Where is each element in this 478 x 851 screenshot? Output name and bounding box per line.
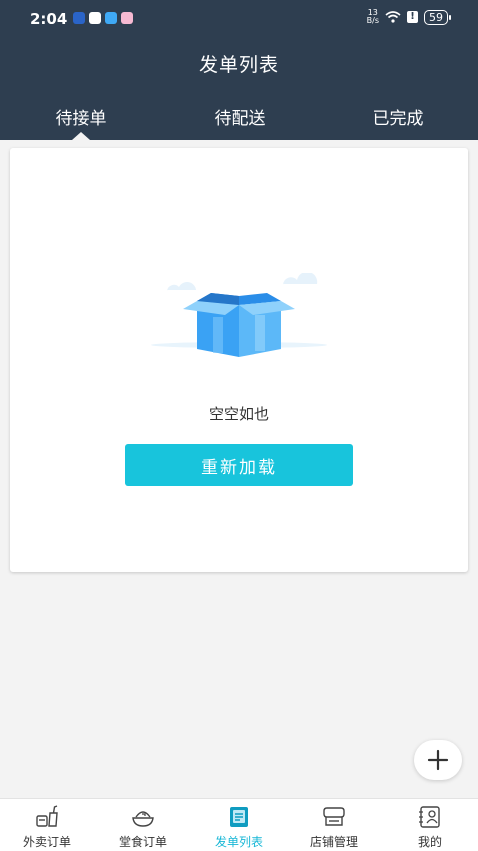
tab-completed[interactable]: 已完成 xyxy=(373,104,424,129)
nav-label-takeout: 外卖订单 xyxy=(22,835,71,849)
nav-item-dispatch-list[interactable]: 发单列表 xyxy=(199,805,279,850)
notification-icons xyxy=(73,12,133,24)
order-tabs: 待接单 待配送 已完成 xyxy=(0,100,478,140)
store-icon xyxy=(323,807,345,826)
network-speed-unit: B/s xyxy=(366,16,379,25)
plus-icon xyxy=(427,749,449,771)
status-right: 13 B/s ! 59 xyxy=(367,9,451,25)
active-tab-indicator xyxy=(72,132,90,140)
bottom-nav: 外卖订单 堂食订单 发单列表 店铺管理 我的 xyxy=(0,798,478,851)
chat-notification-icon xyxy=(121,12,133,24)
network-speed: 13 B/s xyxy=(367,9,379,25)
reload-button[interactable]: 重新加载 xyxy=(125,444,353,486)
battery-indicator: 59 xyxy=(424,9,451,25)
nav-item-dine-in-orders[interactable]: 堂食订单 xyxy=(103,805,183,850)
nav-label-store: 店铺管理 xyxy=(309,835,358,849)
nav-label-dine-in: 堂食订单 xyxy=(118,835,167,849)
status-bar: 2:04 13 B/s ! 59 xyxy=(0,0,478,38)
status-time: 2:04 xyxy=(30,10,68,28)
tab-pending-accept[interactable]: 待接单 xyxy=(56,104,107,129)
message-notification-icon xyxy=(89,12,101,24)
dispatch-list-icon xyxy=(230,807,248,827)
empty-state-card: 空空如也 重新加载 xyxy=(10,148,468,572)
empty-state-message: 空空如也 xyxy=(208,405,269,423)
takeout-icon xyxy=(36,805,58,827)
nav-item-takeout-orders[interactable]: 外卖订单 xyxy=(7,805,87,850)
cloud-notification-icon xyxy=(105,12,117,24)
app-notification-icon xyxy=(73,12,85,24)
nav-label-profile: 我的 xyxy=(417,835,442,849)
nav-item-store-management[interactable]: 店铺管理 xyxy=(294,805,374,850)
profile-icon xyxy=(419,806,440,828)
nav-item-profile[interactable]: 我的 xyxy=(390,805,470,850)
dine-in-icon xyxy=(132,811,154,827)
alert-icon: ! xyxy=(407,11,418,23)
page-title: 发单列表 xyxy=(198,54,279,76)
empty-box-icon xyxy=(151,273,327,357)
add-button[interactable] xyxy=(414,740,462,780)
tab-pending-delivery[interactable]: 待配送 xyxy=(215,104,266,129)
app-header: 2:04 13 B/s ! 59 发单列表 待接单 待配送 已完成 xyxy=(0,0,478,140)
nav-label-dispatch-list: 发单列表 xyxy=(214,835,263,849)
wifi-icon xyxy=(385,11,401,23)
